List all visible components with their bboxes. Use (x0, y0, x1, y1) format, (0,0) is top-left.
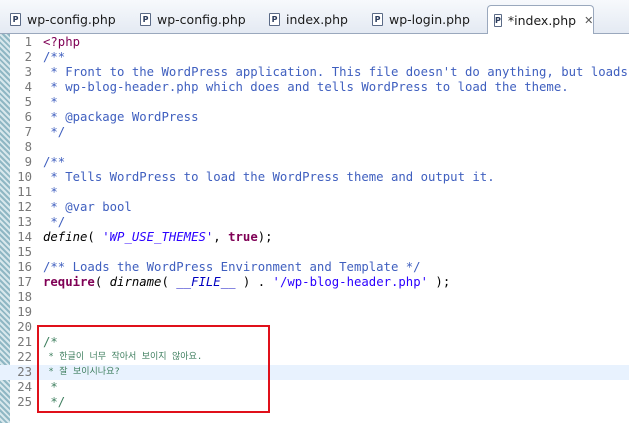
function-name: dirname (109, 275, 162, 289)
tab-label: wp-config.php (27, 12, 116, 27)
code-line[interactable]: 18 (0, 290, 629, 305)
tab-index[interactable]: P index.php (263, 6, 363, 33)
line-number: 11 (17, 185, 32, 199)
code-text: * @var bool (43, 200, 132, 214)
tab-label: *index.php (507, 13, 577, 28)
code-line[interactable]: 19 (0, 305, 629, 320)
tab-label: wp-config.php (157, 12, 246, 27)
line-number: 22 (17, 350, 32, 364)
close-icon[interactable]: ✕ (584, 14, 593, 27)
code-text: * Front to the WordPress application. Th… (43, 65, 628, 79)
line-number: 18 (17, 290, 32, 304)
php-file-icon: P (269, 13, 280, 26)
line-number: 3 (24, 65, 32, 79)
code-line[interactable]: 12 * @var bool (0, 200, 629, 215)
line-number: 7 (24, 125, 32, 139)
editor-tab-bar: P wp-config.php P wp-config.php P index.… (0, 0, 629, 35)
annotation-highlight-box (37, 325, 270, 413)
tab-label: index.php (286, 12, 348, 27)
code-text: /** (43, 155, 66, 169)
code-editor[interactable]: 1 <?php 2 /** 3 * Front to the WordPress a… (0, 34, 629, 423)
code-text: * (43, 95, 58, 109)
code-line[interactable]: 2 /** (0, 50, 629, 65)
tab-index-active[interactable]: P *index.php ✕ (487, 5, 594, 35)
line-number: 2 (24, 50, 32, 64)
php-file-icon: P (372, 13, 383, 26)
tab-wp-login[interactable]: P wp-login.php (366, 6, 484, 33)
code-line[interactable]: 9 /** (0, 155, 629, 170)
function-name: define (43, 230, 88, 244)
tab-wp-config-2[interactable]: P wp-config.php (134, 6, 262, 33)
keyword: require (43, 275, 95, 289)
line-number: 1 (24, 35, 32, 49)
code-text: define( 'WP_USE_THEMES', true); (43, 230, 273, 245)
line-number: 4 (24, 80, 32, 94)
line-number: 5 (24, 95, 32, 109)
punctuation: ( (87, 230, 103, 244)
code-line[interactable]: 4 * wp-blog-header.php which does and te… (0, 80, 629, 95)
code-line[interactable]: 14 define( 'WP_USE_THEMES', true); (0, 230, 629, 245)
line-number: 20 (17, 320, 32, 334)
punctuation: ) . (235, 275, 273, 289)
code-line[interactable]: 8 (0, 140, 629, 155)
line-number: 6 (24, 110, 32, 124)
code-text: /** (43, 50, 66, 64)
tab-wp-config-1[interactable]: P wp-config.php (4, 6, 132, 33)
code-text: */ (43, 125, 66, 139)
punctuation: ); (257, 230, 273, 244)
punctuation: ( (161, 275, 177, 289)
line-number: 23 (17, 365, 32, 379)
code-text: require( dirname( __FILE__ ) . '/wp-blog… (43, 275, 450, 290)
line-number: 8 (24, 140, 32, 154)
keyword: true (228, 230, 258, 244)
punctuation: , (213, 230, 229, 244)
punctuation: ( (94, 275, 110, 289)
line-number: 19 (17, 305, 32, 319)
code-text: <?php (43, 35, 81, 49)
line-number: 10 (17, 170, 32, 184)
code-line[interactable]: 5 * (0, 95, 629, 110)
string-literal: '/wp-blog-header.php' (272, 275, 429, 289)
line-number: 25 (17, 395, 32, 409)
magic-constant: __FILE__ (176, 275, 236, 289)
code-text: * Tells WordPress to load the WordPress … (43, 170, 495, 184)
line-number: 15 (17, 245, 32, 259)
line-number: 24 (17, 380, 32, 394)
line-number: 16 (17, 260, 32, 274)
line-number: 14 (17, 230, 32, 244)
php-file-icon: P (10, 13, 21, 26)
line-number: 9 (24, 155, 32, 169)
code-text: * @package WordPress (43, 110, 199, 124)
code-text: /** Loads the WordPress Environment and … (43, 260, 421, 274)
code-line[interactable]: 13 */ (0, 215, 629, 230)
code-text: * wp-blog-header.php which does and tell… (43, 80, 569, 94)
code-line[interactable]: 16 /** Loads the WordPress Environment an… (0, 260, 629, 275)
line-number: 12 (17, 200, 32, 214)
php-file-icon: P (494, 14, 502, 27)
code-line[interactable]: 10 * Tells WordPress to load the WordPre… (0, 170, 629, 185)
line-number: 17 (17, 275, 32, 289)
string-literal: 'WP_USE_THEMES' (102, 230, 214, 244)
code-line[interactable]: 17 require( dirname( __FILE__ ) . '/wp-bl… (0, 275, 629, 290)
code-line[interactable]: 7 */ (0, 125, 629, 140)
line-number: 21 (17, 335, 32, 349)
code-text: * (43, 185, 58, 199)
code-line[interactable]: 6 * @package WordPress (0, 110, 629, 125)
code-line[interactable]: 1 <?php (0, 35, 629, 50)
code-text: */ (43, 215, 66, 229)
punctuation: ); (428, 275, 451, 289)
php-file-icon: P (140, 13, 151, 26)
code-line[interactable]: 11 * (0, 185, 629, 200)
code-line[interactable]: 15 (0, 245, 629, 260)
tab-label: wp-login.php (389, 12, 470, 27)
line-number: 13 (17, 215, 32, 229)
code-line[interactable]: 3 * Front to the WordPress application. … (0, 65, 629, 80)
